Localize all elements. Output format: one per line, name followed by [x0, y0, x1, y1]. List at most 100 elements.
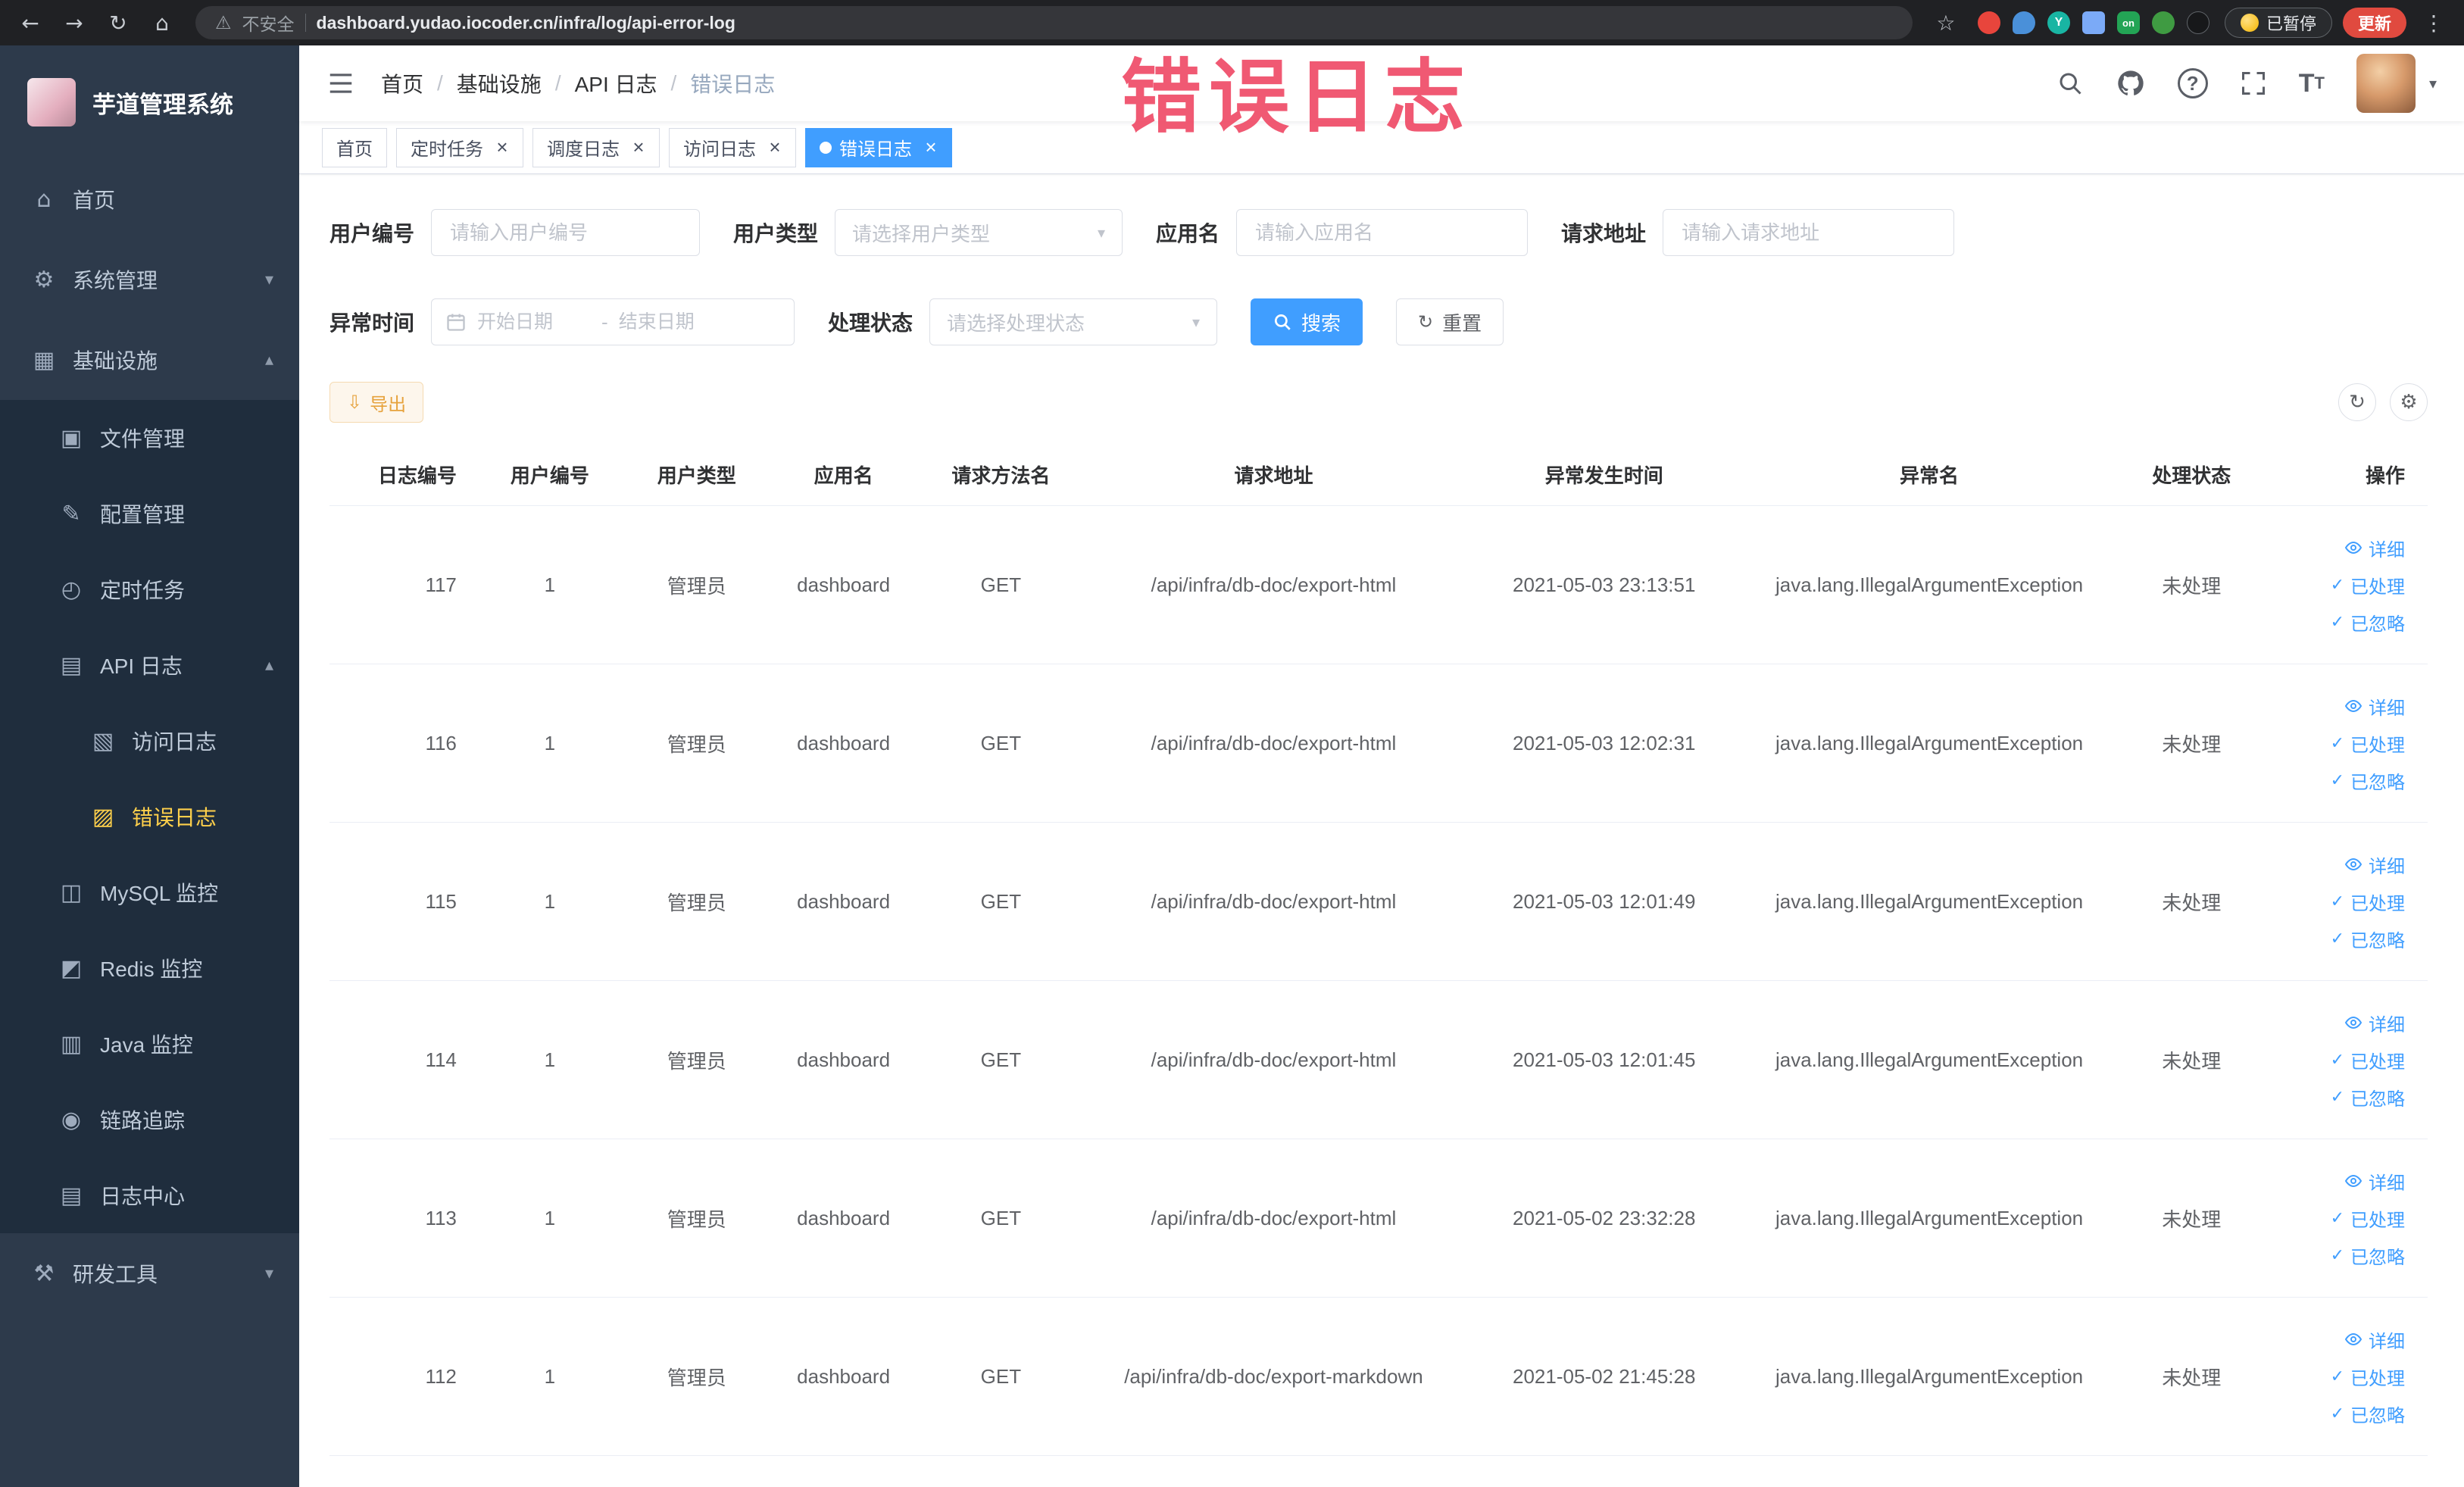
- tab-access-log[interactable]: 访问日志 ×: [669, 127, 796, 167]
- date-range-picker[interactable]: -: [431, 298, 795, 345]
- refresh-table-button[interactable]: ↻: [2338, 383, 2376, 421]
- filter-label: 用户编号: [329, 222, 415, 245]
- start-date-input[interactable]: [477, 311, 592, 333]
- font-size-icon[interactable]: TT: [2299, 69, 2325, 98]
- address-bar[interactable]: ⚠ 不安全 dashboard.yudao.iocoder.cn/infra/l…: [195, 6, 1913, 39]
- app-name-input[interactable]: [1236, 209, 1529, 256]
- fullscreen-icon[interactable]: [2240, 70, 2267, 97]
- tab-schedule-log[interactable]: 调度日志 ×: [532, 127, 660, 167]
- action-detail[interactable]: 详细: [2344, 1326, 2405, 1353]
- action-processed[interactable]: ✓ 已处理: [2331, 1205, 2405, 1232]
- breadcrumb-api-log[interactable]: API 日志: [575, 68, 657, 98]
- back-icon[interactable]: ←: [14, 6, 47, 39]
- export-button[interactable]: ⇩ 导出: [329, 382, 424, 423]
- extension-icon-green-y[interactable]: Y: [2047, 11, 2070, 34]
- sidebar-item-infrastructure[interactable]: ▦ 基础设施 ▴: [0, 320, 299, 400]
- avatar-caret-icon[interactable]: ▾: [2429, 74, 2437, 92]
- action-detail[interactable]: 详细: [2344, 1168, 2405, 1195]
- extension-icon-leaf[interactable]: [2151, 11, 2175, 34]
- sidebar-item-access-log[interactable]: ▧ 访问日志: [0, 703, 299, 779]
- sidebar-item-java-monitor[interactable]: ▥ Java 监控: [0, 1006, 299, 1082]
- sidebar-item-config-management[interactable]: ✎ 配置管理: [0, 476, 299, 551]
- breadcrumb-separator: /: [437, 71, 443, 95]
- sidebar-item-file-management[interactable]: ▣ 文件管理: [0, 400, 299, 476]
- cell-user-id: 1: [476, 1139, 623, 1298]
- action-detail[interactable]: 详细: [2344, 851, 2405, 878]
- action-processed[interactable]: ✓ 已处理: [2331, 572, 2405, 598]
- bookmark-star-icon[interactable]: ☆: [1929, 6, 1963, 39]
- close-icon[interactable]: ×: [491, 136, 514, 159]
- error-log-icon: ▨: [92, 803, 114, 830]
- extension-icon-grid[interactable]: [2081, 11, 2105, 34]
- action-ignored[interactable]: ✓ 已忽略: [2331, 1084, 2405, 1111]
- update-button[interactable]: 更新: [2342, 8, 2406, 38]
- action-detail[interactable]: 详细: [2344, 535, 2405, 561]
- cell-exception-time: 2021-05-02 21:45:28: [1462, 1297, 1746, 1456]
- breadcrumb-separator: /: [670, 71, 677, 95]
- search-button[interactable]: 搜索: [1251, 298, 1363, 345]
- col-user-type: 用户类型: [623, 444, 770, 506]
- sidebar-item-error-log[interactable]: ▨ 错误日志: [0, 779, 299, 854]
- cell-request-url: /api/infra/db-doc/export-markdown: [1085, 1297, 1463, 1456]
- filter-app-name: 应用名: [1156, 209, 1529, 256]
- sidebar-item-scheduled-jobs[interactable]: ◴ 定时任务: [0, 551, 299, 627]
- breadcrumb-infrastructure[interactable]: 基础设施: [457, 68, 542, 98]
- reload-icon[interactable]: ↻: [101, 6, 135, 39]
- extension-icon-red[interactable]: [1977, 11, 2000, 34]
- extension-icon-paw[interactable]: [2186, 11, 2209, 34]
- tab-home[interactable]: 首页: [322, 127, 387, 167]
- sidebar-item-log-center[interactable]: ▤ 日志中心: [0, 1157, 299, 1233]
- logo-image: [27, 78, 76, 127]
- sidebar-item-api-log[interactable]: ▤ API 日志 ▴: [0, 627, 299, 703]
- help-icon[interactable]: ?: [2177, 68, 2208, 98]
- cell-app-name: dashboard: [770, 1297, 917, 1456]
- table-row: 113 1 管理员 dashboard GET /api/infra/db-do…: [329, 1139, 2428, 1298]
- sidebar-item-system[interactable]: ⚙ 系统管理 ▾: [0, 239, 299, 320]
- column-settings-button[interactable]: ⚙: [2390, 383, 2428, 421]
- tab-scheduled-jobs[interactable]: 定时任务 ×: [396, 127, 523, 167]
- action-processed[interactable]: ✓ 已处理: [2331, 730, 2405, 757]
- browser-menu-icon[interactable]: ⋮: [2417, 6, 2450, 39]
- search-icon[interactable]: [2056, 70, 2084, 97]
- sidebar-item-redis-monitor[interactable]: ◩ Redis 监控: [0, 930, 299, 1006]
- end-date-input[interactable]: [618, 311, 732, 333]
- action-processed[interactable]: ✓ 已处理: [2331, 1364, 2405, 1390]
- sidebar-item-label: 定时任务: [100, 579, 186, 602]
- url-text: dashboard.yudao.iocoder.cn/infra/log/api…: [316, 12, 735, 33]
- user-id-input[interactable]: [431, 209, 701, 256]
- sidebar-item-mysql-monitor[interactable]: ◫ MySQL 监控: [0, 854, 299, 930]
- close-icon[interactable]: ×: [627, 136, 650, 159]
- action-ignored[interactable]: ✓ 已忽略: [2331, 767, 2405, 794]
- request-url-input[interactable]: [1663, 209, 1955, 256]
- sidebar-item-dev-tools[interactable]: ⚒ 研发工具 ▾: [0, 1233, 299, 1314]
- extensions-area: Y on: [1977, 11, 2209, 34]
- paused-button[interactable]: 已暂停: [2224, 8, 2332, 38]
- close-icon[interactable]: ×: [920, 136, 942, 159]
- close-icon[interactable]: ×: [764, 136, 786, 159]
- process-status-select[interactable]: 请选择处理状态 ▾: [929, 298, 1218, 345]
- home-icon[interactable]: ⌂: [145, 6, 179, 39]
- user-type-select[interactable]: 请选择用户类型 ▾: [835, 209, 1123, 256]
- action-ignored[interactable]: ✓ 已忽略: [2331, 1242, 2405, 1269]
- logo[interactable]: 芋道管理系统: [0, 45, 299, 159]
- breadcrumb-home[interactable]: 首页: [381, 68, 423, 98]
- extension-icon-blue-drop[interactable]: [2012, 11, 2035, 34]
- reset-button[interactable]: ↻ 重置: [1396, 298, 1504, 345]
- sidebar-item-link-tracing[interactable]: ◉ 链路追踪: [0, 1082, 299, 1157]
- sidebar-item-home[interactable]: ⌂ 首页: [0, 159, 299, 239]
- github-icon[interactable]: [2116, 68, 2146, 98]
- action-ignored[interactable]: ✓ 已忽略: [2331, 1401, 2405, 1427]
- filter-label: 处理状态: [828, 311, 913, 335]
- action-processed[interactable]: ✓ 已处理: [2331, 1047, 2405, 1073]
- action-ignored[interactable]: ✓ 已忽略: [2331, 926, 2405, 952]
- hamburger-icon[interactable]: [326, 69, 355, 98]
- tab-error-log[interactable]: 错误日志 ×: [805, 127, 952, 167]
- action-processed[interactable]: ✓ 已处理: [2331, 889, 2405, 915]
- action-detail[interactable]: 详细: [2344, 1010, 2405, 1036]
- avatar[interactable]: [2356, 54, 2416, 113]
- eye-icon: [2344, 699, 2363, 713]
- action-detail[interactable]: 详细: [2344, 693, 2405, 720]
- forward-icon[interactable]: →: [58, 6, 91, 39]
- extension-icon-on-badge[interactable]: on: [2116, 11, 2140, 34]
- action-ignored[interactable]: ✓ 已忽略: [2331, 609, 2405, 636]
